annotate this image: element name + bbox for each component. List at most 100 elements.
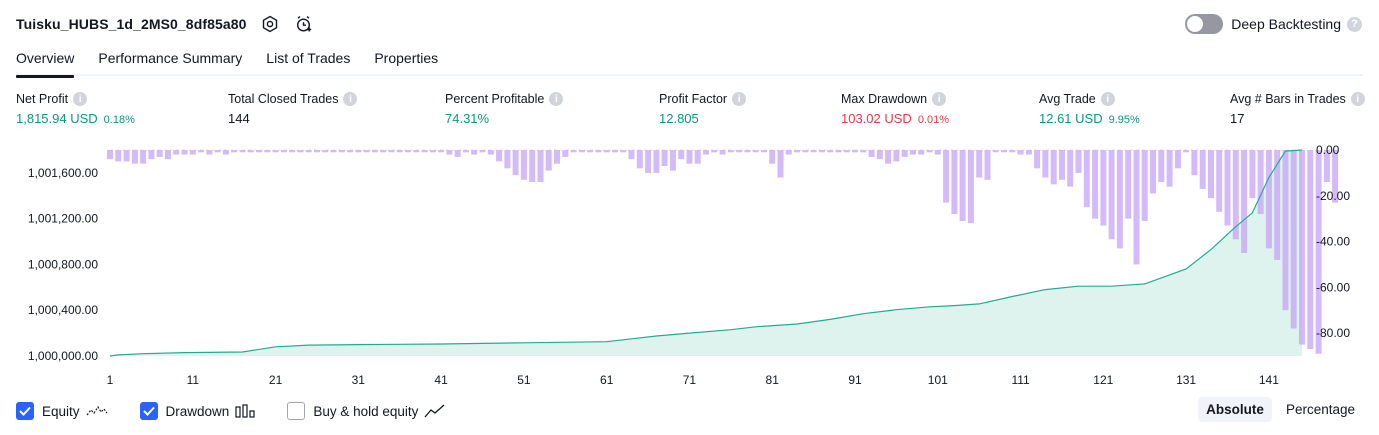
drawdown-bar [123, 150, 130, 162]
drawdown-bar [711, 150, 718, 153]
metric-label: Total Closed Trades [228, 92, 339, 106]
drawdown-bar [794, 150, 801, 153]
drawdown-bar [363, 150, 370, 153]
metric-label: Profit Factor [659, 92, 728, 106]
gear-icon[interactable] [259, 13, 281, 35]
drawdown-bar [1150, 150, 1156, 194]
info-icon[interactable]: i [732, 92, 747, 106]
drawdown-bar [1083, 150, 1090, 208]
drawdown-bar [1208, 150, 1214, 199]
drawdown-bar [1050, 150, 1057, 185]
x-axis-tick-label: 1 [107, 373, 114, 387]
drawdown-bar [1257, 150, 1264, 215]
legend-drawdown[interactable]: Drawdown [139, 402, 256, 420]
drawdown-bar [446, 150, 453, 155]
drawdown-bar [1034, 150, 1041, 169]
drawdown-bar [1241, 150, 1248, 253]
drawdown-bar [669, 150, 676, 171]
metric-avg-trade: Avg Trade i 12.61 USD 9.95% [1039, 92, 1140, 126]
drawdown-bar [1249, 150, 1256, 199]
drawdown-bar [868, 150, 875, 157]
drawdown-bar [570, 150, 577, 153]
info-icon[interactable]: i [343, 92, 358, 106]
equity-drawdown-chart[interactable]: 1,000,000.00 1,000,400.00 1,000,800.00 1,00… [0, 140, 1379, 390]
drawdown-bar [620, 150, 627, 153]
tab-performance-summary[interactable]: Performance Summary [98, 44, 242, 76]
tab-list-of-trades[interactable]: List of Trades [266, 44, 350, 76]
percentage-button[interactable]: Percentage [1278, 397, 1363, 422]
y-axis-tick-label: -80.00 [1316, 326, 1350, 340]
drawdown-bar [520, 150, 527, 180]
drawdown-bar [645, 150, 652, 173]
drawdown-bar [454, 150, 461, 157]
metric-label: Avg Trade [1039, 92, 1096, 106]
drawdown-bar [554, 150, 560, 164]
info-icon[interactable]: i [549, 92, 564, 106]
drawdown-bar [537, 150, 544, 182]
drawdown-bar [943, 150, 950, 203]
drawdown-bar [496, 150, 503, 162]
info-icon[interactable]: i [1350, 92, 1365, 106]
legend-buy-hold[interactable]: Buy & hold equity [287, 402, 446, 420]
drawdown-bar [827, 150, 834, 153]
metric-value: 12.805 [659, 111, 699, 126]
y-axis-tick-label: 1,000,400.00 [28, 303, 98, 317]
drawdown-bar [1199, 150, 1206, 189]
drawdown-bar [330, 150, 337, 153]
x-axis-tick-label: 141 [1259, 373, 1279, 387]
drawdown-checkbox[interactable] [139, 402, 158, 420]
drawdown-bar [810, 150, 817, 153]
y-axis-tick-label: -60.00 [1316, 280, 1350, 294]
drawdown-bar [239, 150, 246, 153]
deep-backtesting-toggle[interactable] [1185, 14, 1224, 34]
drawdown-bar [189, 150, 196, 155]
metric-profit-factor: Profit Factor i 12.805 [659, 92, 747, 126]
drawdown-bar [1183, 150, 1190, 153]
y-axis-tick-label: -20.00 [1316, 189, 1350, 203]
tab-properties[interactable]: Properties [374, 44, 438, 76]
drawdown-bar [628, 150, 635, 160]
drawdown-bar [421, 150, 428, 153]
legend-equity[interactable]: Equity [16, 402, 108, 420]
legend-label: Drawdown [165, 403, 230, 419]
drawdown-bar [173, 150, 180, 155]
x-axis-tick-label: 81 [766, 373, 780, 387]
equity-checkbox[interactable] [16, 402, 34, 420]
x-axis-tick-label: 51 [517, 373, 531, 387]
drawdown-bar [471, 150, 478, 155]
drawdown-bar [777, 150, 784, 178]
info-icon[interactable]: i [1100, 92, 1115, 106]
drawdown-bar [1059, 150, 1065, 180]
drawdown-bar [396, 150, 403, 153]
drawdown-bar [1067, 150, 1074, 187]
drawdown-bar [818, 150, 825, 153]
drawdown-bar [256, 150, 262, 153]
info-icon[interactable]: i [73, 92, 88, 106]
drawdown-bar [479, 150, 486, 153]
drawdown-bar [893, 150, 900, 162]
tab-overview[interactable]: Overview [16, 44, 75, 78]
x-axis-tick-label: 21 [269, 373, 283, 387]
legend-label: Equity [42, 403, 80, 419]
drawdown-bar [992, 150, 999, 153]
drawdown-bar [860, 150, 867, 153]
metrics-row: Net Profit i 1,815.94 USD 0.18% Total Clos… [0, 92, 1379, 132]
metric-value: 74.31% [445, 111, 490, 126]
drawdown-bar [463, 150, 469, 153]
metric-subvalue: 9.95% [1108, 114, 1140, 126]
help-icon[interactable]: ? [1347, 16, 1362, 32]
chart-legend: Equity Drawdown Buy & hold equity [16, 400, 478, 422]
drawdown-bar [247, 150, 254, 153]
alarm-clock-plus-icon[interactable] [293, 13, 315, 35]
drawdown-bar [405, 150, 411, 153]
info-icon[interactable]: i [932, 92, 947, 106]
buy-hold-checkbox[interactable] [287, 402, 306, 420]
drawdown-bar [1232, 150, 1239, 240]
drawdown-bar [131, 150, 138, 164]
drawdown-bar [719, 150, 726, 155]
drawdown-bar [653, 150, 660, 173]
drawdown-bar [347, 150, 354, 153]
x-axis-tick-label: 101 [928, 373, 948, 387]
drawdown-bar [976, 150, 983, 178]
absolute-button[interactable]: Absolute [1198, 397, 1272, 422]
